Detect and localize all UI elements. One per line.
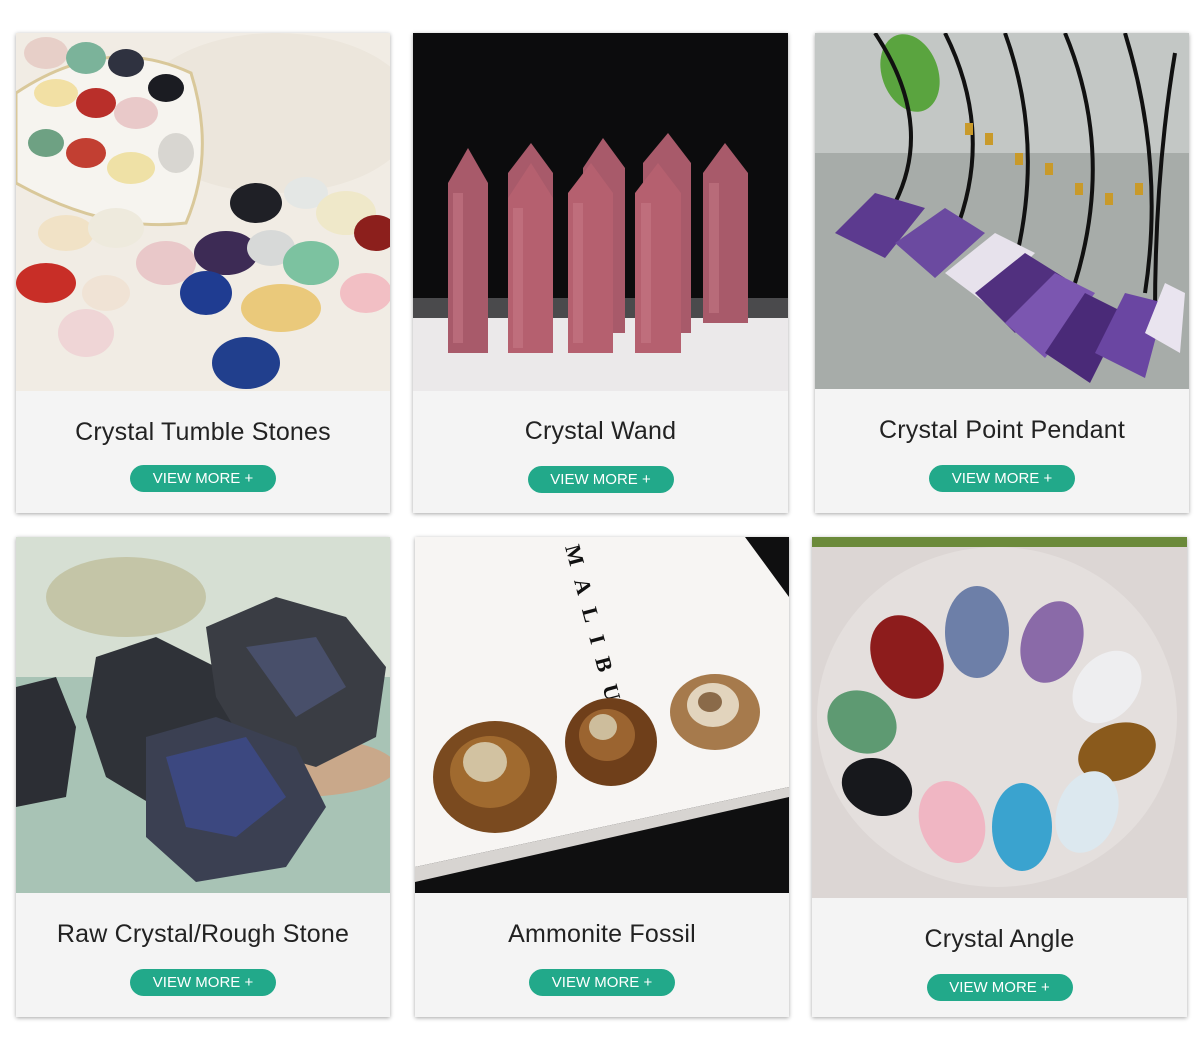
view-more-button[interactable]: VIEW MORE + [929,465,1075,492]
ammonite-fossil-photo[interactable]: MALIBU [415,537,789,893]
product-title: Crystal Tumble Stones [75,418,331,446]
tumble-stones-photo[interactable] [16,33,390,391]
product-card-rough-stone[interactable]: Raw Crystal/Rough Stone VIEW MORE + [16,537,390,1017]
view-more-button[interactable]: VIEW MORE + [926,974,1073,1001]
view-more-button[interactable]: VIEW MORE + [527,466,674,493]
product-title: Crystal Angle [924,925,1075,953]
view-more-button[interactable]: VIEW MORE + [529,969,675,996]
crystal-wand-photo[interactable] [413,33,788,391]
product-card-crystal-angel[interactable]: Crystal Angle VIEW MORE + [812,537,1187,1017]
product-title: Raw Crystal/Rough Stone [56,920,350,948]
crystal-angel-photo[interactable] [812,537,1187,898]
product-card-ammonite-fossil[interactable]: MALIBU Ammonite Fossil VIEW MORE + [415,537,789,1017]
product-card-crystal-wand[interactable]: Crystal Wand VIEW MORE + [413,33,788,513]
rough-stone-photo[interactable] [16,537,390,893]
view-more-button[interactable]: VIEW MORE + [130,465,276,492]
product-card-point-pendant[interactable]: Crystal Point Pendant VIEW MORE + [815,33,1189,513]
point-pendant-photo[interactable] [815,33,1189,389]
product-title: Ammonite Fossil [508,920,696,948]
product-card-tumble-stones[interactable]: Crystal Tumble Stones VIEW MORE + [16,33,390,513]
view-more-button[interactable]: VIEW MORE + [130,969,276,996]
product-title: Crystal Point Pendant [879,416,1125,444]
product-title: Crystal Wand [524,417,677,445]
